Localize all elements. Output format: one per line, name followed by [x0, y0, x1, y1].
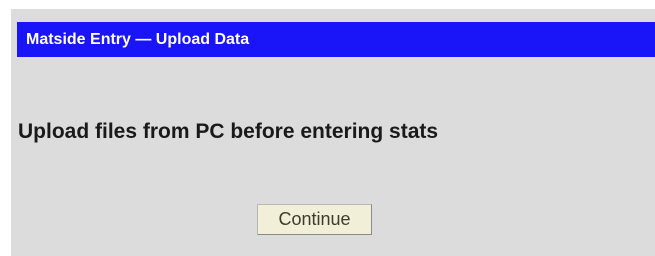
panel-title-bar: Matside Entry — Upload Data	[17, 22, 655, 57]
continue-button[interactable]: Continue	[257, 204, 372, 235]
upload-instruction-text: Upload files from PC before entering sta…	[18, 120, 439, 143]
upload-panel: Matside Entry — Upload Data Upload files…	[11, 9, 655, 256]
